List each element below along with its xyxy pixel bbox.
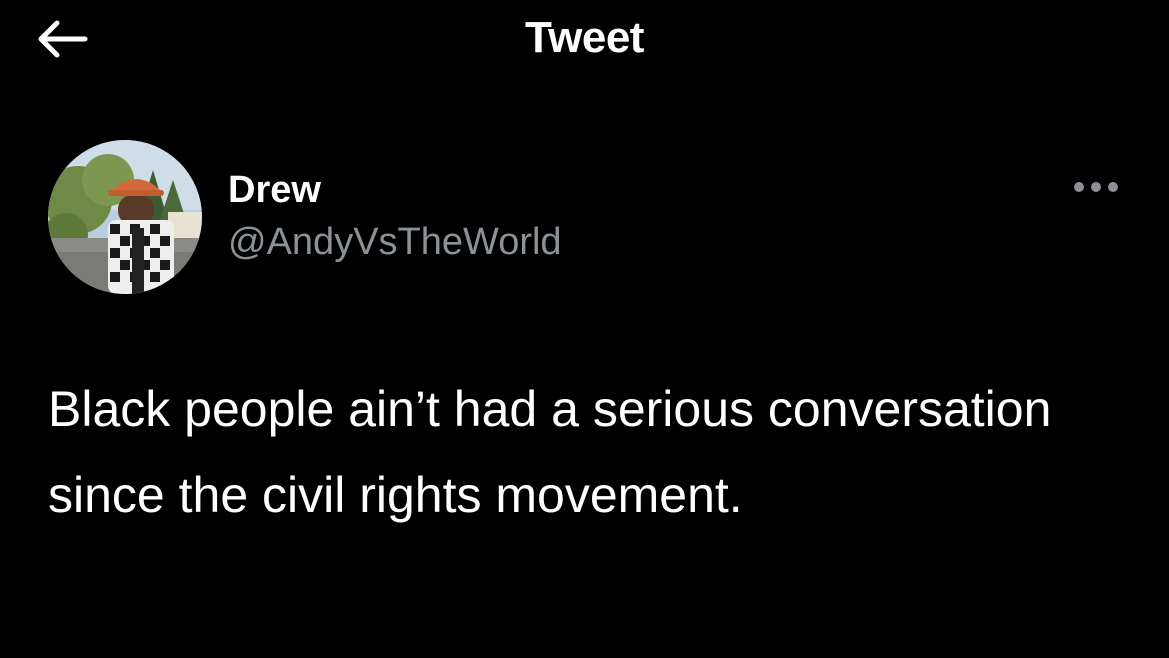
author-display-name[interactable]: Drew bbox=[228, 168, 321, 212]
page-title: Tweet bbox=[525, 13, 644, 62]
avatar[interactable] bbox=[48, 140, 202, 294]
top-bar: Tweet bbox=[0, 0, 1169, 80]
author-handle[interactable]: @AndyVsTheWorld bbox=[228, 220, 562, 264]
user-avatar bbox=[48, 140, 202, 294]
tweet-text: Black people ain’t had a serious convers… bbox=[48, 381, 1052, 523]
more-options-button[interactable] bbox=[1068, 172, 1124, 202]
tweet-author: Drew @AndyVsTheWorld bbox=[48, 140, 1128, 294]
more-horizontal-icon bbox=[1074, 182, 1118, 192]
